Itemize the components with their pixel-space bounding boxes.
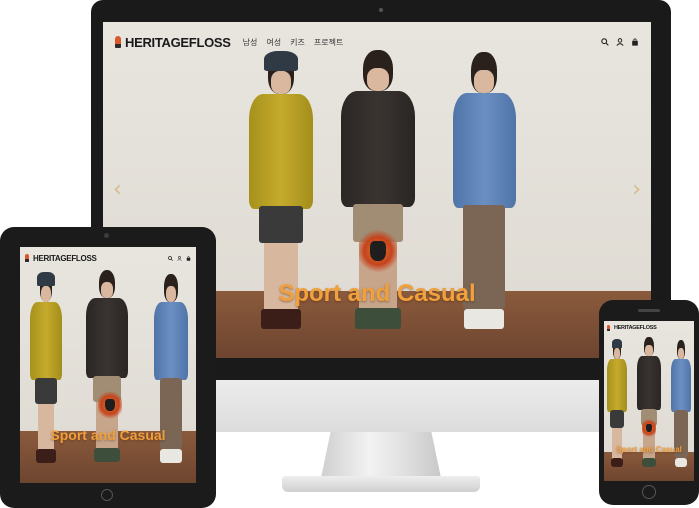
phone-speaker xyxy=(638,309,660,312)
brand-logo[interactable]: HERITAGEFLOSS xyxy=(115,35,231,50)
nav-item-women[interactable]: 여성 xyxy=(266,37,281,48)
tablet-site-header: HERITAGEFLOSS xyxy=(20,247,196,269)
phone-site-header: HERITAGEFLOSS xyxy=(604,321,694,335)
brand-mark-icon xyxy=(607,325,610,331)
user-icon[interactable] xyxy=(177,255,182,261)
user-icon[interactable] xyxy=(616,38,624,46)
phone-brand-name: HERITAGEFLOSS xyxy=(614,325,657,331)
monitor-camera xyxy=(379,8,383,12)
search-icon[interactable] xyxy=(601,38,609,46)
phone-home-button xyxy=(642,485,656,499)
tablet-brand-name: HERITAGEFLOSS xyxy=(33,253,97,263)
slider-prev-button[interactable]: ‹ xyxy=(113,177,122,202)
nav-item-kids[interactable]: 키즈 xyxy=(290,37,305,48)
phone-hero-title: Sport and Casual xyxy=(616,445,682,454)
main-nav: 남성 여성 키즈 프로젝트 xyxy=(243,37,344,48)
tablet-home-button xyxy=(101,489,113,501)
nav-item-project[interactable]: 프로젝트 xyxy=(314,37,343,48)
shopping-bag-icon[interactable] xyxy=(186,255,191,261)
phone-emblem-logo xyxy=(642,417,656,439)
nav-item-men[interactable]: 남성 xyxy=(243,37,258,48)
brand-mark-icon xyxy=(115,36,121,48)
tablet-camera xyxy=(104,233,109,238)
emblem-logo xyxy=(359,227,397,275)
tablet-emblem-logo xyxy=(98,389,122,421)
desktop-screen: HERITAGEFLOSS 남성 여성 키즈 프로젝트 ‹ › Sport an… xyxy=(103,22,651,358)
phone-brand-logo[interactable]: HERITAGEFLOSS xyxy=(607,325,657,331)
shopping-bag-icon[interactable] xyxy=(631,38,639,46)
slider-next-button[interactable]: › xyxy=(632,177,641,202)
phone-screen: HERITAGEFLOSS Sport and Casual xyxy=(604,321,694,481)
monitor-stand-foot xyxy=(282,476,480,492)
tablet-brand-logo[interactable]: HERITAGEFLOSS xyxy=(25,254,97,263)
monitor-stand-neck xyxy=(321,432,441,478)
hero-title: Sport and Casual xyxy=(278,280,476,307)
tablet-header-icons xyxy=(168,255,191,261)
header-icons xyxy=(601,38,639,46)
tablet-hero-title: Sport and Casual xyxy=(50,427,166,443)
site-header: HERITAGEFLOSS 남성 여성 키즈 프로젝트 xyxy=(103,22,651,62)
search-icon[interactable] xyxy=(168,255,173,261)
phone-hero-image xyxy=(604,321,694,481)
brand-mark-icon xyxy=(25,254,29,262)
brand-name: HERITAGEFLOSS xyxy=(125,34,231,50)
